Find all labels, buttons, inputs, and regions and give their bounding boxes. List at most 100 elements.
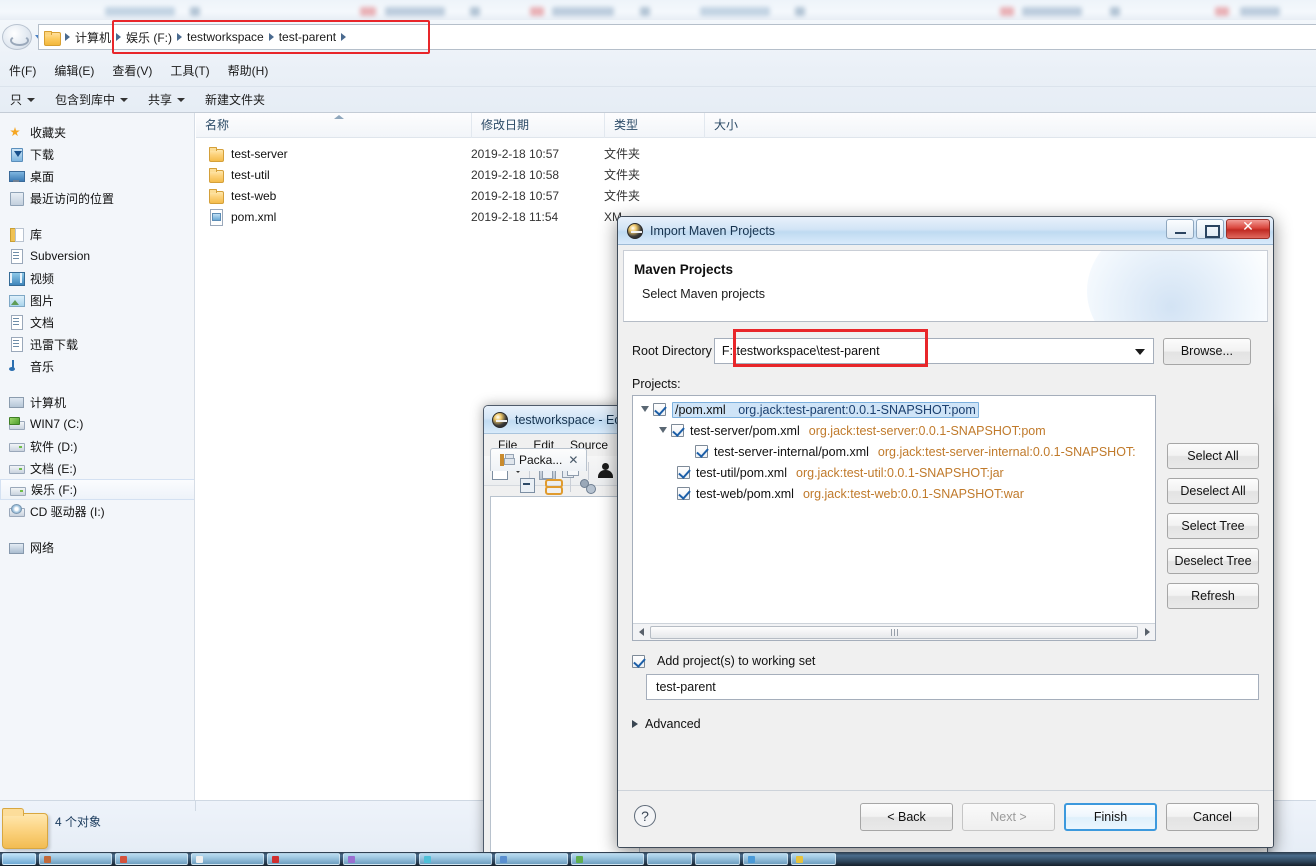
sidebar-item-music[interactable]: 音乐 bbox=[0, 355, 194, 377]
column-header-size[interactable]: 大小 bbox=[704, 112, 788, 138]
breadcrumb-item-2[interactable]: testworkspace bbox=[183, 30, 268, 44]
projects-tree-container[interactable]: /pom.xml org.jack:test-parent:0.0.1-SNAP… bbox=[632, 395, 1156, 641]
tab-package-explorer[interactable]: Packa... ✕ bbox=[490, 448, 588, 471]
table-row[interactable]: test-web 2019-2-18 10:57 文件夹 bbox=[196, 185, 1316, 206]
scroll-right-icon[interactable] bbox=[1139, 625, 1155, 640]
collapse-all-icon[interactable] bbox=[518, 477, 536, 493]
select-tree-button[interactable]: Select Tree bbox=[1167, 513, 1259, 539]
finish-button[interactable]: Finish bbox=[1064, 803, 1157, 831]
tree-row[interactable]: test-server-internal/pom.xml org.jack:te… bbox=[633, 441, 1155, 462]
back-button[interactable]: < Back bbox=[860, 803, 953, 831]
refresh-button[interactable]: Refresh bbox=[1167, 583, 1259, 609]
collapse-twisty-icon[interactable] bbox=[659, 427, 667, 437]
address-bar[interactable]: 计算机 娱乐 (F:) testworkspace test-parent bbox=[38, 24, 1316, 50]
sidebar-item-cd-drive-i[interactable]: CD 驱动器 (I:) bbox=[0, 500, 194, 522]
table-row[interactable]: test-server 2019-2-18 10:57 文件夹 bbox=[196, 143, 1316, 164]
sidebar-item-subversion[interactable]: Subversion bbox=[0, 245, 194, 267]
tree-row[interactable]: /pom.xml org.jack:test-parent:0.0.1-SNAP… bbox=[633, 399, 1155, 420]
sidebar-item-pictures[interactable]: 图片 bbox=[0, 289, 194, 311]
working-set-select[interactable]: test-parent bbox=[646, 674, 1259, 700]
minimize-button[interactable] bbox=[1166, 219, 1194, 239]
maximize-button[interactable] bbox=[1196, 219, 1224, 239]
tree-row[interactable]: test-server/pom.xml org.jack:test-server… bbox=[633, 420, 1155, 441]
taskbar-item[interactable] bbox=[647, 853, 692, 865]
taskbar-item[interactable] bbox=[495, 853, 568, 865]
breadcrumb-separator-icon[interactable] bbox=[116, 33, 122, 41]
taskbar-item[interactable] bbox=[571, 853, 644, 865]
taskbar-item[interactable] bbox=[743, 853, 788, 865]
back-navigation-icon[interactable] bbox=[2, 24, 32, 50]
chevron-down-icon[interactable] bbox=[1134, 349, 1145, 355]
view-menu-icon[interactable] bbox=[579, 477, 597, 494]
sidebar-item-desktop[interactable]: 桌面 bbox=[0, 165, 194, 187]
scrollbar-thumb[interactable] bbox=[650, 625, 1138, 639]
help-icon[interactable]: ? bbox=[634, 805, 656, 827]
sidebar-item-documents[interactable]: 文档 bbox=[0, 311, 194, 333]
breadcrumb-item-3[interactable]: test-parent bbox=[275, 30, 340, 44]
taskbar-start-area[interactable] bbox=[2, 853, 36, 865]
menu-file[interactable]: 件(F) bbox=[0, 60, 45, 81]
taskbar-item[interactable] bbox=[343, 853, 416, 865]
sidebar-item-downloads[interactable]: 下载 bbox=[0, 143, 194, 165]
new-folder-button[interactable]: 新建文件夹 bbox=[195, 88, 275, 111]
window-controls[interactable] bbox=[1166, 219, 1270, 239]
breadcrumb-separator-icon[interactable] bbox=[268, 33, 274, 41]
windows-taskbar[interactable] bbox=[0, 852, 1316, 866]
working-set-checkbox-row[interactable]: Add project(s) to working set bbox=[632, 654, 1259, 668]
tree-checkbox[interactable] bbox=[653, 403, 666, 416]
breadcrumb-item-1[interactable]: 娱乐 (F:) bbox=[122, 29, 176, 46]
menu-help[interactable]: 帮助(H) bbox=[219, 60, 278, 81]
tree-horizontal-scrollbar[interactable] bbox=[633, 623, 1155, 640]
sidebar-item-network[interactable]: 网络 bbox=[0, 536, 194, 558]
taskbar-item[interactable] bbox=[695, 853, 740, 865]
cancel-button[interactable]: Cancel bbox=[1166, 803, 1259, 831]
taskbar-item[interactable] bbox=[267, 853, 340, 865]
tree-row[interactable]: test-util/pom.xml org.jack:test-util:0.0… bbox=[633, 462, 1155, 483]
taskbar-item[interactable] bbox=[115, 853, 188, 865]
tree-checkbox[interactable] bbox=[677, 466, 690, 479]
sidebar-item-videos[interactable]: 视频 bbox=[0, 267, 194, 289]
sidebar-item-drive-e[interactable]: 文档 (E:) bbox=[0, 457, 194, 479]
advanced-expander[interactable]: Advanced bbox=[632, 717, 1259, 731]
taskbar-item[interactable] bbox=[791, 853, 836, 865]
scroll-left-icon[interactable] bbox=[633, 625, 649, 640]
root-directory-input[interactable]: F:\testworkspace\test-parent bbox=[713, 338, 1154, 364]
collapse-twisty-icon[interactable] bbox=[641, 406, 649, 416]
breadcrumb-separator-icon[interactable] bbox=[177, 33, 183, 41]
menu-edit[interactable]: 编辑(E) bbox=[45, 60, 103, 81]
deselect-tree-button[interactable]: Deselect Tree bbox=[1167, 548, 1259, 574]
tree-row[interactable]: test-web/pom.xml org.jack:test-web:0.0.1… bbox=[633, 483, 1155, 504]
footer-button-group[interactable]: < Back Next > Finish Cancel bbox=[860, 803, 1259, 831]
tree-action-buttons[interactable]: Select All Deselect All Select Tree Dese… bbox=[1167, 443, 1259, 609]
browse-button[interactable]: Browse... bbox=[1162, 337, 1251, 365]
breadcrumb-separator-icon[interactable] bbox=[341, 33, 347, 41]
taskbar-item[interactable] bbox=[191, 853, 264, 865]
navigation-pane[interactable]: 收藏夹 下载 桌面 最近访问的位置 库 Subversion 视频 图片 文档 … bbox=[0, 113, 195, 800]
sidebar-item-recent-places[interactable]: 最近访问的位置 bbox=[0, 187, 194, 209]
tree-checkbox[interactable] bbox=[671, 424, 684, 437]
organize-button[interactable]: 只 bbox=[0, 88, 45, 111]
column-header-type[interactable]: 类型 bbox=[604, 112, 704, 138]
tree-checkbox[interactable] bbox=[695, 445, 708, 458]
share-button[interactable]: 共享 bbox=[138, 88, 195, 111]
close-icon[interactable]: ✕ bbox=[568, 453, 578, 467]
sidebar-item-favorites[interactable]: 收藏夹 bbox=[0, 121, 194, 143]
sidebar-item-win7-c[interactable]: WIN7 (C:) bbox=[0, 413, 194, 435]
menu-tools[interactable]: 工具(T) bbox=[161, 60, 218, 81]
package-explorer-tab-row[interactable]: Packa... ✕ bbox=[490, 448, 588, 471]
expand-twisty-icon[interactable] bbox=[632, 720, 638, 728]
select-all-button[interactable]: Select All bbox=[1167, 443, 1259, 469]
sidebar-item-drive-d[interactable]: 软件 (D:) bbox=[0, 435, 194, 457]
column-header-row[interactable]: 名称 修改日期 类型 大小 bbox=[196, 112, 1316, 138]
sidebar-item-drive-f[interactable]: 娱乐 (F:) bbox=[0, 479, 194, 500]
include-in-library-button[interactable]: 包含到库中 bbox=[45, 88, 138, 111]
import-maven-projects-dialog[interactable]: Import Maven Projects Maven Projects Sel… bbox=[617, 216, 1274, 848]
column-header-name[interactable]: 名称 bbox=[196, 113, 471, 138]
sidebar-item-libraries[interactable]: 库 bbox=[0, 223, 194, 245]
deselect-all-button[interactable]: Deselect All bbox=[1167, 478, 1259, 504]
add-to-working-set-checkbox[interactable] bbox=[632, 654, 645, 668]
taskbar-item[interactable] bbox=[419, 853, 492, 865]
close-button[interactable] bbox=[1226, 219, 1270, 239]
projects-tree[interactable]: /pom.xml org.jack:test-parent:0.0.1-SNAP… bbox=[633, 396, 1155, 623]
table-row[interactable]: test-util 2019-2-18 10:58 文件夹 bbox=[196, 164, 1316, 185]
